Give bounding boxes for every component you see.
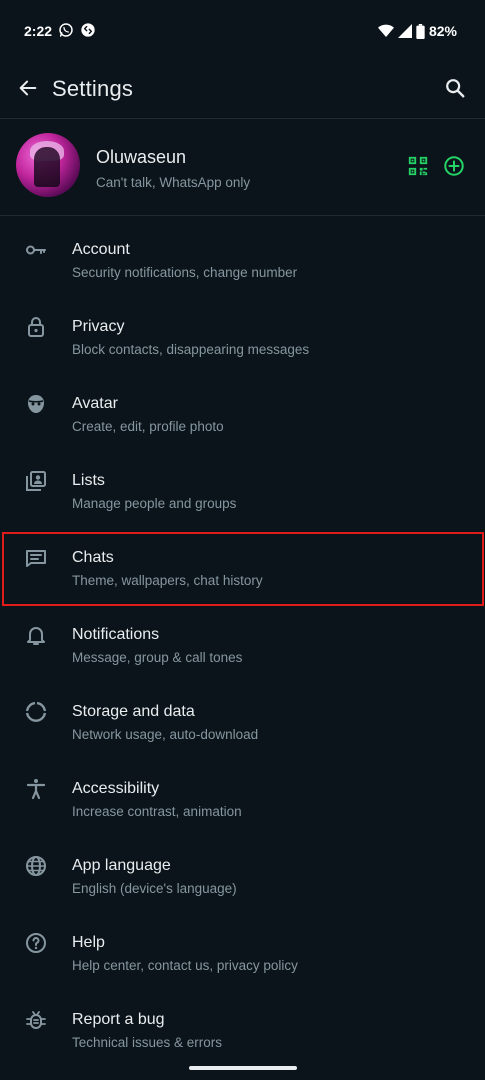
add-circle-icon [443,156,465,181]
settings-item-label: Account [72,241,130,258]
bell-icon [22,621,50,649]
settings-item-description: Security notifications, change number [72,265,298,280]
settings-item-accessibility[interactable]: Accessibility Increase contrast, animati… [0,751,485,828]
settings-item-chats[interactable]: Chats Theme, wallpapers, chat history [0,520,485,597]
battery-level: 82% [428,23,457,39]
accessibility-icon [22,775,50,803]
settings-item-notifications[interactable]: Notifications Message, group & call tone… [0,597,485,674]
settings-item-description: Block contacts, disappearing messages [72,342,310,357]
settings-item-description: English (device's language) [72,881,237,896]
settings-list: Account Security notifications, change n… [0,212,485,1059]
settings-item-label: Chats [72,549,114,566]
settings-item-label: Privacy [72,318,125,335]
signal-icon [397,24,412,38]
bug-icon [22,1006,50,1034]
settings-item-lists[interactable]: Lists Manage people and groups [0,443,485,520]
settings-item-storage[interactable]: Storage and data Network usage, auto-dow… [0,674,485,751]
settings-item-description: Message, group & call tones [72,650,243,665]
search-icon [444,77,466,104]
settings-item-label: Report a bug [72,1011,165,1028]
status-bar: 2:22 82% [0,0,485,62]
avatar-face-icon [22,390,50,418]
settings-item-privacy[interactable]: Privacy Block contacts, disappearing mes… [0,289,485,366]
avatar-figure-shape [34,147,60,187]
settings-item-description: Help center, contact us, privacy policy [72,958,298,973]
settings-item-report-bug[interactable]: Report a bug Technical issues & errors [0,982,485,1059]
settings-item-label: Lists [72,472,105,489]
settings-item-description: Network usage, auto-download [72,727,259,742]
back-button[interactable] [10,72,46,108]
settings-item-label: Accessibility [72,780,160,797]
wifi-icon [377,24,394,38]
globe-icon [22,852,50,880]
settings-item-description: Technical issues & errors [72,1035,223,1050]
settings-item-label: Notifications [72,626,160,643]
status-right: 82% [377,23,457,39]
lock-icon [22,313,50,341]
profile-name: Oluwaseun [96,147,187,167]
storage-circle-icon [22,698,50,726]
settings-item-label: Help [72,934,105,951]
app-bar: Settings [0,62,485,118]
add-account-button[interactable] [443,155,467,179]
settings-item-help[interactable]: Help Help center, contact us, privacy po… [0,905,485,982]
profile-status: Can't talk, WhatsApp only [96,175,251,190]
whatsapp-icon [58,22,74,41]
qr-code-button[interactable] [407,155,431,179]
arrow-left-icon [17,77,39,104]
gesture-nav-handle[interactable] [188,1066,297,1070]
settings-item-description: Increase contrast, animation [72,804,242,819]
profile-card[interactable]: Oluwaseun Can't talk, WhatsApp only [0,118,485,216]
settings-item-app-language[interactable]: App language English (device's language) [0,828,485,905]
settings-item-label: App language [72,857,171,874]
settings-item-avatar[interactable]: Avatar Create, edit, profile photo [0,366,485,443]
settings-item-label: Storage and data [72,703,195,720]
search-button[interactable] [437,72,473,108]
contact-list-icon [22,467,50,495]
settings-item-description: Manage people and groups [72,496,237,511]
shazam-icon [80,22,96,41]
settings-item-account[interactable]: Account Security notifications, change n… [0,212,485,289]
battery-icon [416,23,425,39]
settings-item-description: Create, edit, profile photo [72,419,224,434]
settings-item-label: Avatar [72,395,118,412]
settings-item-description: Theme, wallpapers, chat history [72,573,263,588]
status-time: 2:22 [24,23,53,39]
page-title: Settings [52,76,134,101]
key-icon [22,236,50,264]
status-left: 2:22 [24,22,96,41]
qr-code-icon [407,156,429,181]
avatar[interactable] [16,133,80,197]
chat-icon [22,544,50,572]
help-circle-icon [22,929,50,957]
